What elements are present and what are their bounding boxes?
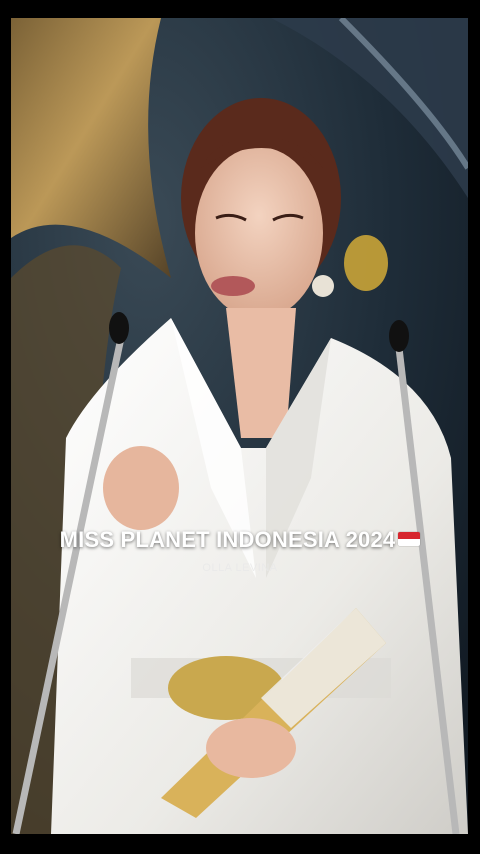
caption-subtitle: OLLA LEVINA — [202, 562, 278, 574]
indonesia-flag-icon — [398, 532, 421, 547]
hair-ornament — [344, 235, 388, 291]
earring — [312, 275, 334, 297]
scene-illustration — [11, 18, 468, 834]
face — [195, 147, 323, 319]
mouth — [211, 276, 255, 296]
holding-hand — [206, 718, 296, 778]
caption-title: MISS PLANET INDONESIA 2024 — [59, 527, 396, 552]
left-microphone — [109, 312, 129, 344]
video-frame — [11, 18, 468, 834]
caption-title-line: MISS PLANET INDONESIA 2024 — [0, 527, 480, 553]
raised-hand — [103, 446, 179, 530]
right-microphone — [389, 320, 409, 352]
